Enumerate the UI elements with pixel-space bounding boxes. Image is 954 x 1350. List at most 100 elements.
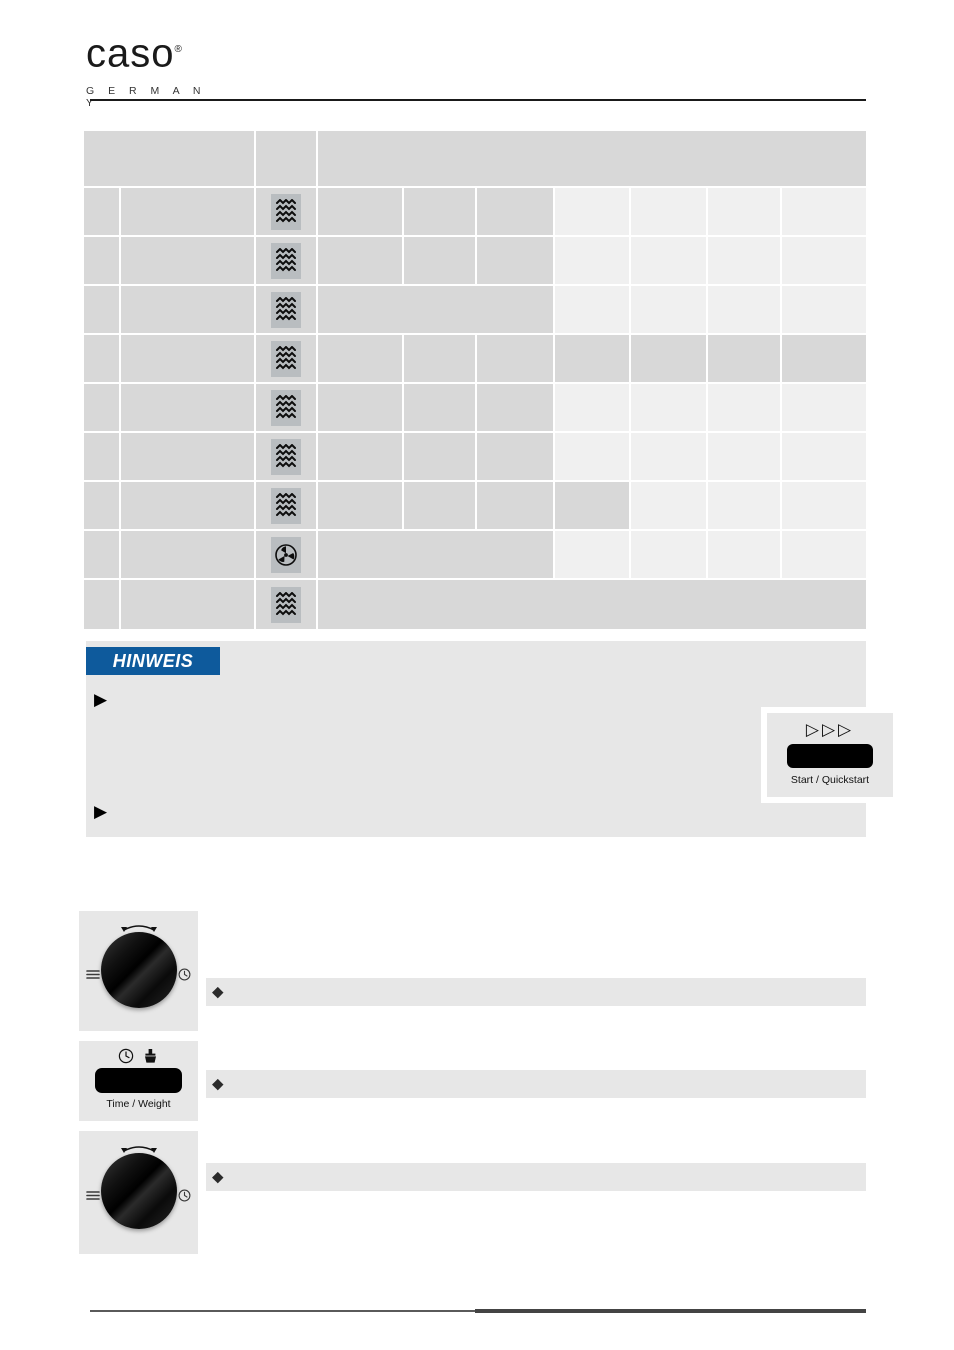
table-row <box>84 335 866 384</box>
note-bullet-icon: ▶ <box>94 690 108 709</box>
note-box: HINWEIS ▶ ▶ <box>86 641 866 837</box>
table-row <box>84 188 866 237</box>
table-cell <box>318 433 404 482</box>
row-label-a <box>84 580 121 629</box>
table-cell <box>782 237 866 286</box>
clock-icon <box>118 1047 142 1064</box>
table-cell <box>318 482 404 531</box>
control-card-time-weight[interactable]: Time / Weight <box>79 1041 198 1121</box>
table-cell <box>555 188 631 237</box>
caso-logo: caso® G E R M A N Y <box>86 28 226 109</box>
table-row <box>84 482 866 531</box>
microwave-wave-icon <box>271 242 301 279</box>
note-bullet-icon: ▶ <box>94 802 108 821</box>
start-quickstart-button[interactable] <box>787 744 873 768</box>
weight-icon <box>142 1047 159 1064</box>
table-cell <box>782 335 866 384</box>
table-cell <box>782 286 866 335</box>
table-row <box>84 580 866 629</box>
table-cell-merged <box>318 286 555 335</box>
row-mode-icon-cell <box>256 188 318 237</box>
rotary-knob[interactable] <box>100 932 177 1008</box>
row-mode-icon-cell <box>256 286 318 335</box>
microwave-wave-icon <box>271 487 301 524</box>
diamond-bullet-icon: ◆ <box>212 983 224 1001</box>
row-label-a <box>84 237 121 286</box>
microwave-wave-icon <box>271 586 301 623</box>
logo-wordmark-text: caso <box>86 31 175 76</box>
row-label-b <box>121 580 256 629</box>
row-label-a <box>84 433 121 482</box>
footer-divider-left <box>90 1310 475 1312</box>
start-quickstart-label: Start / Quickstart <box>790 774 870 786</box>
table-cell <box>708 433 782 482</box>
table-cell <box>404 335 477 384</box>
table-cell-merged-full <box>318 580 866 629</box>
row-mode-icon-cell <box>256 237 318 286</box>
table-row <box>84 384 866 433</box>
table-cell <box>708 188 782 237</box>
table-cell <box>555 335 631 384</box>
row-label-b <box>121 188 256 237</box>
control-card-knob-top[interactable] <box>79 911 198 1031</box>
fast-forward-icon: ▷▷ <box>821 720 855 739</box>
table-cell <box>404 433 477 482</box>
table-cell <box>477 384 555 433</box>
table-cell <box>404 188 477 237</box>
table-row <box>84 237 866 286</box>
table-cell <box>708 384 782 433</box>
table-cell <box>708 286 782 335</box>
control-card-knob-bottom[interactable] <box>79 1131 198 1254</box>
table-cell <box>477 237 555 286</box>
table-cell <box>708 482 782 531</box>
row-mode-icon-cell <box>256 531 318 580</box>
start-quickstart-card[interactable]: ▷▷▷ Start / Quickstart <box>761 707 899 803</box>
table-cell <box>782 384 866 433</box>
table-cell <box>555 237 631 286</box>
table-row <box>84 531 866 580</box>
instruction-bar: ◆ <box>206 1163 866 1191</box>
row-label-b <box>121 482 256 531</box>
program-spec-table <box>84 131 866 629</box>
table-cell <box>708 335 782 384</box>
table-cell <box>708 531 782 580</box>
row-mode-icon-cell <box>256 580 318 629</box>
row-label-b <box>121 384 256 433</box>
time-weight-icons <box>79 1047 198 1065</box>
table-cell <box>782 531 866 580</box>
instruction-bar: ◆ <box>206 978 866 1006</box>
table-cell <box>555 433 631 482</box>
convection-fan-icon <box>271 536 301 573</box>
play-fastforward-icon: ▷▷▷ <box>767 720 893 740</box>
footer-divider-right <box>475 1309 866 1313</box>
menu-lines-icon <box>86 1190 100 1203</box>
table-cell <box>477 482 555 531</box>
clock-icon <box>178 1189 191 1205</box>
play-icon: ▷ <box>805 720 822 739</box>
table-cell <box>404 384 477 433</box>
microwave-wave-icon <box>271 291 301 328</box>
row-label-b <box>121 335 256 384</box>
table-cell <box>477 335 555 384</box>
microwave-wave-icon <box>271 193 301 230</box>
table-header-cell-3 <box>318 131 866 188</box>
table-cell <box>782 433 866 482</box>
header-divider <box>90 99 866 101</box>
microwave-wave-icon <box>271 340 301 377</box>
menu-lines-icon <box>86 969 100 982</box>
time-weight-button[interactable] <box>95 1068 182 1093</box>
table-cell <box>555 384 631 433</box>
note-banner-label: HINWEIS <box>112 650 194 671</box>
table-header-cell-1 <box>84 131 256 188</box>
row-label-a <box>84 335 121 384</box>
table-cell <box>404 482 477 531</box>
table-cell <box>318 237 404 286</box>
table-cell <box>631 237 708 286</box>
table-cell <box>404 237 477 286</box>
table-cell <box>708 237 782 286</box>
row-mode-icon-cell <box>256 384 318 433</box>
table-cell <box>782 188 866 237</box>
row-label-a <box>84 286 121 335</box>
rotary-knob[interactable] <box>100 1153 177 1229</box>
instruction-bar: ◆ <box>206 1070 866 1098</box>
